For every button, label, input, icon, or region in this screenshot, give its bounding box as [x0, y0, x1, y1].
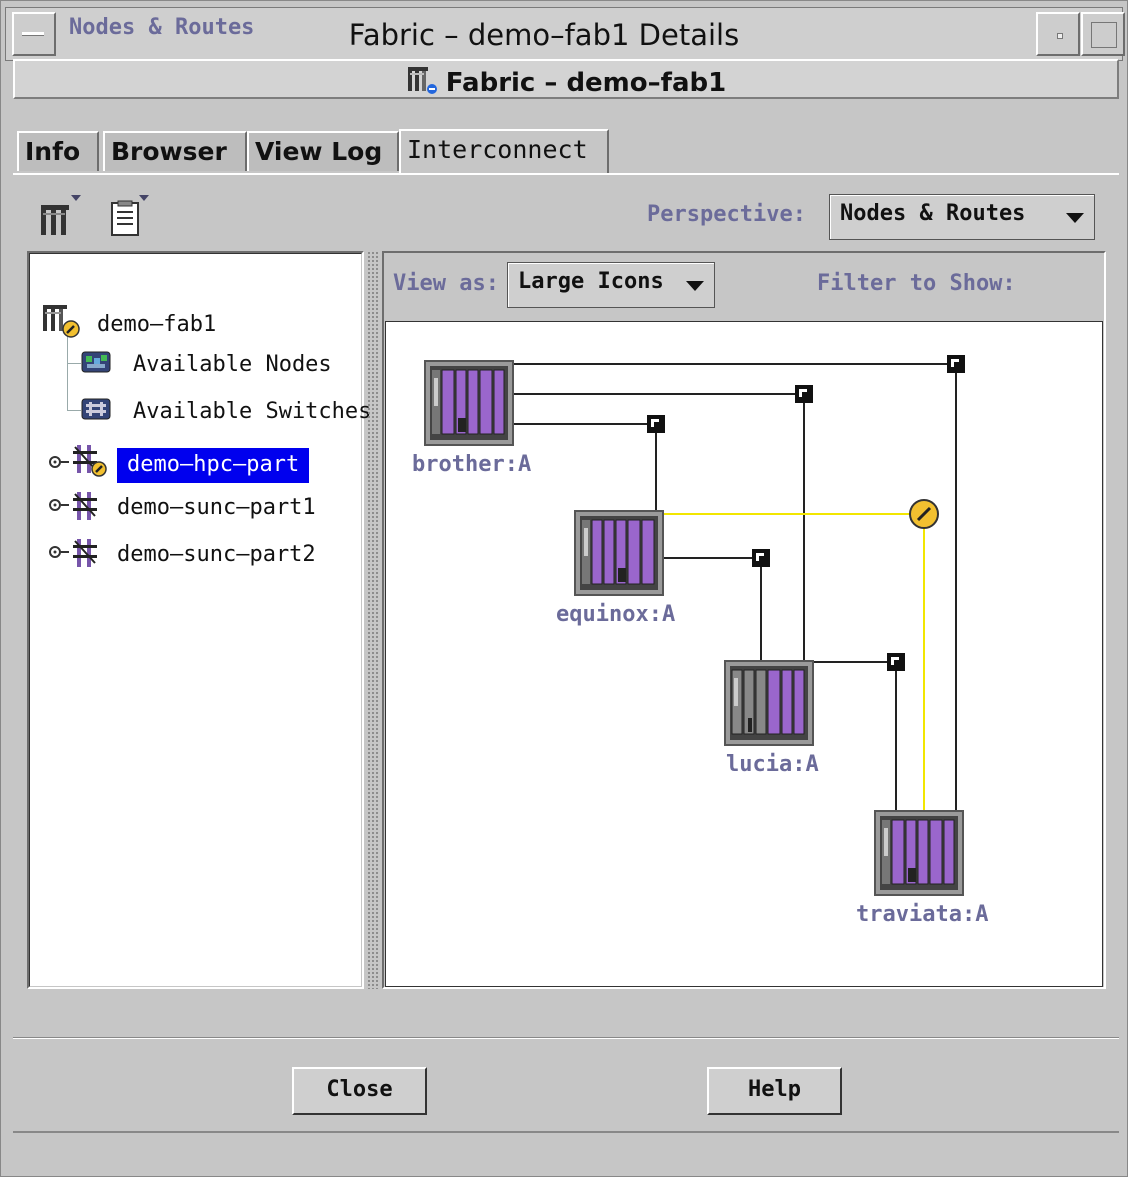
- route-marker-icon: [752, 549, 770, 567]
- expand-handle-icon[interactable]: [49, 540, 69, 565]
- maximize-button[interactable]: [1081, 12, 1125, 56]
- properties-menu-icon[interactable]: [109, 193, 149, 239]
- node-traviata-icon[interactable]: [874, 810, 964, 900]
- route-marker-icon: [647, 415, 665, 433]
- node-label[interactable]: brother:A: [412, 452, 531, 477]
- tab-view-log[interactable]: View Log: [247, 131, 399, 171]
- partition-icon: [71, 443, 111, 485]
- view-as-label: View as:: [393, 271, 499, 296]
- partition-icon: [71, 537, 101, 575]
- tree-item-label: demo–sunc–part1: [117, 495, 316, 520]
- node-equinox-icon[interactable]: [574, 510, 664, 600]
- view-as-dropdown[interactable]: Large Icons: [507, 262, 715, 308]
- perspective-value: Nodes & Routes: [840, 201, 1026, 226]
- filter-to-show-label[interactable]: Filter to Show:: [817, 271, 1016, 296]
- dialog-window: Fabric – demo–fab1 Details Fabric – demo…: [0, 0, 1128, 1177]
- close-button[interactable]: Close: [292, 1067, 427, 1115]
- split-pane-divider[interactable]: [367, 251, 379, 989]
- tree-item-available-switches[interactable]: Available Switches: [81, 396, 371, 428]
- node-label[interactable]: traviata:A: [856, 902, 988, 927]
- tree-item-label: demo–hpc–part: [117, 448, 310, 483]
- tree-item-demo-hpc-part[interactable]: demo–hpc–part: [49, 443, 310, 485]
- fabric-menu-icon[interactable]: [39, 193, 81, 239]
- tree-item-demo-fab1[interactable]: demo–fab1: [41, 301, 216, 345]
- topology-canvas[interactable]: brother:A equinox:A lucia:A traviata:A: [385, 321, 1103, 987]
- tree-connector: [67, 363, 81, 364]
- tree-connector: [67, 335, 68, 411]
- window-menu-button[interactable]: [12, 12, 56, 56]
- fabric-icon: [41, 301, 85, 345]
- tree-item-label: demo–fab1: [97, 312, 217, 337]
- tab-browser[interactable]: Browser: [103, 131, 247, 171]
- tree-item-label: Available Switches: [133, 399, 372, 424]
- tree-item-demo-sunc-part1[interactable]: demo–sunc–part1: [49, 490, 316, 528]
- expand-handle-icon[interactable]: [49, 493, 69, 518]
- tree-item-demo-sunc-part2[interactable]: demo–sunc–part2: [49, 537, 316, 575]
- tree-heading: Nodes & Routes: [69, 15, 255, 40]
- tab-info[interactable]: Info: [17, 131, 99, 171]
- tree-connector: [67, 410, 81, 411]
- view-as-value: Large Icons: [518, 269, 664, 294]
- details-header: Fabric – demo–fab1: [13, 59, 1119, 99]
- partition-icon: [71, 490, 101, 528]
- minimize-button[interactable]: [1036, 12, 1080, 56]
- tab-interconnect[interactable]: Interconnect: [399, 129, 609, 173]
- node-brother-icon[interactable]: [424, 360, 514, 450]
- route-status-icon: [909, 499, 939, 529]
- tree-item-label: demo–sunc–part2: [117, 542, 316, 567]
- node-label[interactable]: lucia:A: [726, 752, 819, 777]
- perspective-dropdown[interactable]: Nodes & Routes: [829, 194, 1095, 240]
- chevron-down-icon: [686, 281, 704, 291]
- fabric-icon: [406, 65, 440, 102]
- route-marker-icon: [795, 385, 813, 403]
- nodes-icon: [81, 349, 111, 381]
- perspective-label: Perspective:: [647, 202, 806, 227]
- tree-item-label: Available Nodes: [133, 352, 332, 377]
- expand-handle-icon[interactable]: [49, 450, 69, 475]
- header-title: Fabric – demo–fab1: [445, 68, 727, 98]
- route-marker-icon: [947, 355, 965, 373]
- node-lucia-icon[interactable]: [724, 660, 814, 750]
- switches-icon: [81, 396, 111, 428]
- tab-divider: [13, 173, 1119, 175]
- node-label[interactable]: equinox:A: [556, 602, 675, 627]
- button-separator: [13, 1037, 1119, 1039]
- bottom-divider: [13, 1131, 1119, 1133]
- help-button[interactable]: Help: [707, 1067, 842, 1115]
- tree-item-available-nodes[interactable]: Available Nodes: [81, 349, 332, 381]
- route-marker-icon: [887, 653, 905, 671]
- chevron-down-icon: [1066, 213, 1084, 223]
